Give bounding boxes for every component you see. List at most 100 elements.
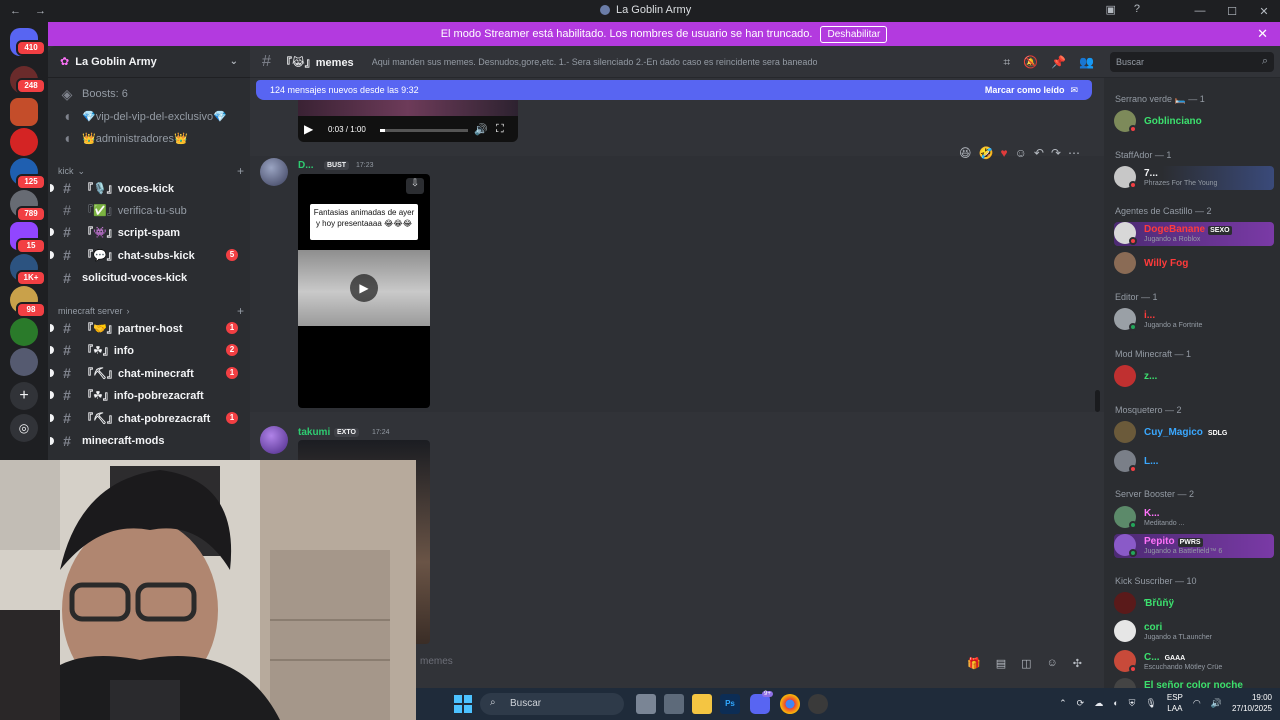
channel-chat-minecraft[interactable]: # 『⛏』chat-minecraft 1 [50,363,246,383]
member-item[interactable]: cori Jugando a TLauncher [1114,620,1274,644]
server-icon-3[interactable] [10,128,38,156]
member-item[interactable]: K... Meditando ... [1114,506,1274,530]
clock[interactable]: 19:00 27/10/2025 [1232,692,1272,714]
server-header[interactable]: ✿ La Goblin Army ⌄ [48,46,250,78]
channel-chat-pobrezacraft[interactable]: # 『⛏』chat-pobrezacraft 1 [50,408,246,428]
scrollbar-thumb[interactable] [1095,390,1100,412]
more-icon[interactable]: ⋯ [1068,146,1080,160]
channel-chat-subs-kick[interactable]: # 『💬』chat-subs-kick 5 [50,245,246,265]
file-app-icon[interactable] [664,694,684,714]
avatar[interactable] [260,158,288,186]
help-icon[interactable]: ? [1134,3,1140,16]
chrome-icon[interactable] [780,694,800,714]
member-item[interactable]: Ɓřůňÿ [1114,592,1274,616]
server-icon-10[interactable] [10,348,38,376]
channel-admins[interactable]: ◖ 👑administradores👑 [56,128,246,148]
channel-verifica-tu-sub[interactable]: # 『✅』verifica-tu-sub [56,200,246,220]
language-indicator[interactable]: ESP LAA [1167,692,1183,714]
channel-solicitud-voces-kick[interactable]: # solicitud-voces-kick [56,268,246,288]
emoji-icon[interactable]: ☺ [1047,657,1058,670]
apps-icon[interactable]: ✣ [1073,657,1082,670]
photoshop-icon[interactable]: Ps [720,694,740,714]
inbox-icon[interactable]: ▣ [1105,3,1115,16]
search-input[interactable]: Buscar ⌕ [1110,52,1274,72]
channel-voces-kick[interactable]: # 『🎙️』voces-kick [50,178,246,198]
minimize-button[interactable]: — [1184,5,1216,17]
video-attachment[interactable]: ⇩ Fantasias animadas de ayer y hoy prese… [298,174,430,408]
shield-icon[interactable]: ⛨ [1129,698,1136,709]
channel-info-pobrezacraft[interactable]: # 『☘』info-pobrezacraft [50,385,246,405]
sync-icon[interactable]: ⟳ [1077,698,1085,709]
member-item[interactable]: L... [1114,450,1274,474]
members-icon[interactable]: 👥 [1079,55,1094,70]
video-progress[interactable] [380,129,468,132]
message-author[interactable]: takumi [298,427,330,438]
volume-icon[interactable]: 🔊 [1211,698,1222,709]
category-minecraft-server[interactable]: minecraft server › + [58,304,244,318]
wifi-icon[interactable]: ◠ [1193,698,1201,709]
add-server-button[interactable]: + [10,382,38,410]
back-arrow-icon[interactable]: ← [10,5,21,17]
start-icon[interactable] [454,695,472,713]
channel-partner-host[interactable]: # 『🤝』partner-host 1 [50,318,246,338]
download-icon[interactable]: ⇩ [406,178,424,194]
member-item[interactable]: C... GAAA Escuchando Mötley Crüe [1114,650,1274,674]
task-view-icon[interactable] [636,694,656,714]
member-item[interactable]: Cuy_Magico SDLG [1114,421,1274,445]
channel-minecraft-mods[interactable]: # minecraft-mods [50,431,246,451]
microphone-icon[interactable]: 🎙 [1145,698,1156,709]
add-channel-icon[interactable]: + [237,164,244,178]
channel-info[interactable]: # 『☘』info 2 [50,340,246,360]
server-icon-9[interactable] [10,318,38,346]
volume-icon[interactable]: 🔊 [474,123,488,136]
disable-streamer-button[interactable]: Deshabilitar [820,25,888,43]
maximize-button[interactable]: ☐ [1216,5,1248,18]
onedrive-icon[interactable]: ☁ [1094,698,1103,709]
mark-as-read-button[interactable]: Marcar como leído [985,85,1065,95]
video-player[interactable]: ▶ 0:03 / 1:00 🔊 ⛶ [298,100,518,142]
new-messages-bar[interactable]: 124 mensajes nuevos desde las 9:32 Marca… [256,80,1092,100]
close-banner-icon[interactable]: ✕ [1257,26,1268,42]
forward-arrow-icon[interactable]: → [35,5,46,17]
app-icon[interactable] [808,694,828,714]
play-icon[interactable]: ▶ [304,122,313,136]
channel-topic[interactable]: Aqui manden sus memes. Desnudos,gore,etc… [372,57,818,67]
server-icon-2[interactable] [10,98,38,126]
avatar[interactable] [260,426,288,454]
category-kick[interactable]: kick ⌄ + [58,164,244,178]
member-item[interactable]: Willy Fog [1114,252,1274,276]
gif-icon[interactable]: ▤ [996,657,1006,670]
chevron-down-icon[interactable]: ⌄ [230,56,238,67]
forward-icon[interactable]: ↷ [1051,146,1061,160]
sticker-icon[interactable]: ◫ [1021,657,1031,670]
tray-app-icon[interactable]: ◐ [1113,698,1118,708]
message-author[interactable]: D... [298,160,314,171]
reaction-grinning-icon[interactable]: 😆 [959,146,972,160]
pinned-icon[interactable]: 📌 [1051,55,1066,70]
member-item[interactable]: Pepito PWRS Jugando a Battlefield™ 6 [1114,534,1274,558]
threads-icon[interactable]: ⌗ [1003,55,1010,70]
discover-icon[interactable]: ◎ [10,414,38,442]
close-window-button[interactable]: ✕ [1248,5,1280,18]
message-input[interactable]: memes 🎁 ▤ ◫ ☺ ✣ [416,652,1096,674]
member-item[interactable]: z... [1114,365,1274,389]
member-item[interactable]: i... Jugando a Fortnite [1114,308,1274,332]
reply-icon[interactable]: ↶ [1034,146,1044,160]
add-reaction-icon[interactable]: ☺ [1015,146,1027,160]
reaction-heart-icon[interactable]: ♥ [1000,146,1007,160]
add-channel-icon[interactable]: + [237,304,244,318]
gift-icon[interactable]: 🎁 [967,657,981,670]
member-item[interactable]: Goblinciano [1114,110,1274,134]
taskbar-search[interactable]: ⌕ Buscar [480,693,624,715]
member-item[interactable]: DogeBanane SEXO Jugando a Roblox [1114,222,1274,246]
member-item[interactable]: 7... Phrazes For The Young [1114,166,1274,190]
discord-app-icon[interactable] [750,694,770,714]
play-icon[interactable]: ▶ [350,274,378,302]
fullscreen-icon[interactable]: ⛶ [496,123,504,136]
channel-script-spam[interactable]: # 『👾』script-spam [50,222,246,242]
channel-vip[interactable]: ◖ 💎vip-del-vip-del-exclusivo💎 [56,106,246,126]
file-explorer-icon[interactable] [692,694,712,714]
tray-chevron-icon[interactable]: ⌃ [1059,698,1067,709]
boosts-item[interactable]: ◈ Boosts: 6 [56,84,246,104]
notifications-muted-icon[interactable]: 🔕 [1023,55,1038,70]
